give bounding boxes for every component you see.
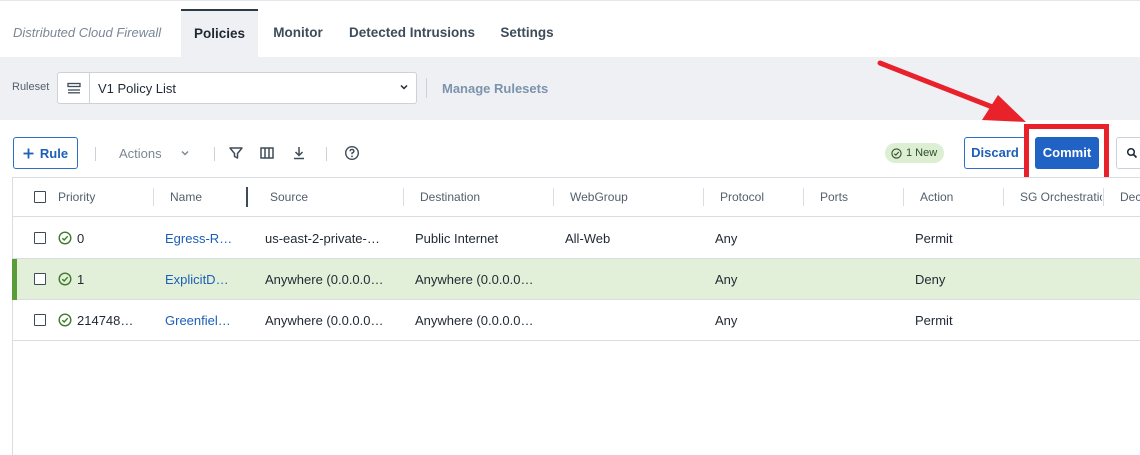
actions-dropdown[interactable]: Actions: [119, 146, 162, 161]
cell-priority: 1: [77, 272, 85, 287]
cell-name-link[interactable]: Greenfiel…: [165, 313, 231, 328]
commit-button[interactable]: Commit: [1035, 137, 1099, 169]
help-icon[interactable]: [344, 145, 360, 161]
columns-icon[interactable]: [259, 145, 275, 161]
column-header-ports[interactable]: Ports: [820, 190, 848, 204]
row-checkbox[interactable]: [34, 232, 46, 244]
plus-icon: [23, 148, 34, 158]
chevron-down-icon: [400, 84, 408, 90]
row-checkbox[interactable]: [34, 273, 46, 285]
add-rule-button[interactable]: Rule: [13, 137, 78, 169]
chevron-down-icon: [181, 151, 189, 156]
cell-destination: Anywhere (0.0.0.0…: [415, 272, 534, 287]
column-divider: [553, 188, 554, 206]
tab-monitor[interactable]: Monitor: [262, 9, 334, 58]
column-divider: [153, 188, 154, 206]
cell-action: Permit: [915, 313, 953, 328]
column-divider: [803, 188, 804, 206]
column-header-destination[interactable]: Destination: [420, 190, 480, 204]
ruleset-select[interactable]: V1 Policy List: [57, 72, 417, 104]
ruleset-selected-value: V1 Policy List: [98, 81, 177, 96]
cell-protocol: Any: [715, 231, 738, 246]
divider: [326, 147, 327, 161]
cell-source: us-east-2-private-…: [265, 231, 380, 246]
manage-rulesets-link[interactable]: Manage Rulesets: [442, 81, 548, 96]
column-header-source[interactable]: Source: [270, 190, 308, 204]
column-divider: [703, 188, 704, 206]
cell-priority: 0: [77, 231, 85, 246]
download-icon[interactable]: [291, 145, 307, 161]
table-row[interactable]: 214748… Greenfiel… Anywhere (0.0.0.0… An…: [13, 300, 1140, 341]
top-nav: Distributed Cloud Firewall Policies Moni…: [0, 0, 1140, 58]
check-circle-icon: [58, 272, 72, 286]
cell-name-link[interactable]: Egress-R…: [165, 231, 232, 246]
cell-action: Permit: [915, 231, 953, 246]
new-changes-badge: 1 New: [885, 143, 945, 163]
select-all-checkbox[interactable]: [34, 191, 46, 203]
new-changes-text: 1 New: [906, 147, 938, 159]
app-title: Distributed Cloud Firewall: [13, 25, 162, 40]
filter-icon[interactable]: [228, 145, 244, 161]
tab-policies[interactable]: Policies: [181, 9, 258, 58]
cell-destination: Anywhere (0.0.0.0…: [415, 313, 534, 328]
divider: [95, 147, 96, 161]
cell-priority: 214748…: [77, 313, 134, 328]
column-header-protocol[interactable]: Protocol: [720, 190, 764, 204]
selection-indicator: [12, 259, 17, 300]
cell-action: Deny: [915, 272, 946, 287]
column-header-action[interactable]: Action: [920, 190, 953, 204]
column-divider: [1103, 188, 1104, 206]
column-divider: [903, 188, 904, 206]
column-header-sg-orchestration[interactable]: SG Orchestration: [1020, 190, 1102, 204]
tab-settings[interactable]: Settings: [492, 9, 562, 58]
row-checkbox[interactable]: [34, 314, 46, 326]
column-header-priority[interactable]: Priority: [58, 190, 95, 204]
check-circle-icon: [58, 231, 72, 245]
divider: [426, 78, 427, 98]
search-button[interactable]: [1116, 137, 1140, 169]
discard-button[interactable]: Discard: [964, 137, 1026, 169]
cell-source: Anywhere (0.0.0.0…: [265, 272, 384, 287]
cell-destination: Public Internet: [415, 231, 499, 246]
cell-name-link[interactable]: ExplicitD…: [165, 272, 229, 287]
list-icon: [58, 73, 90, 103]
cell-webgroup: All-Web: [565, 231, 611, 246]
rules-table: Priority Name Source Destination WebGrou…: [12, 177, 1140, 455]
column-header-decryption[interactable]: Decr: [1120, 190, 1140, 204]
tab-detected-intrusions[interactable]: Detected Intrusions: [341, 9, 483, 58]
column-resize-handle[interactable]: [246, 187, 248, 207]
add-rule-label: Rule: [39, 145, 69, 161]
divider: [214, 147, 215, 161]
column-header-webgroup[interactable]: WebGroup: [570, 190, 628, 204]
cell-protocol: Any: [715, 313, 738, 328]
column-divider: [403, 188, 404, 206]
annotation-arrow: [877, 60, 1026, 122]
ruleset-label: Ruleset: [12, 81, 50, 93]
table-row-selected[interactable]: 1 ExplicitD… Anywhere (0.0.0.0… Anywhere…: [12, 259, 1140, 300]
search-icon: [1126, 147, 1138, 159]
column-header-name[interactable]: Name: [170, 190, 202, 204]
table-row[interactable]: 0 Egress-R… us-east-2-private-… Public I…: [13, 218, 1140, 259]
table-header: Priority Name Source Destination WebGrou…: [13, 178, 1140, 217]
column-divider: [1003, 188, 1004, 206]
cell-protocol: Any: [715, 272, 738, 287]
cell-source: Anywhere (0.0.0.0…: [265, 313, 384, 328]
check-circle-icon: [58, 313, 72, 327]
check-circle-icon: [891, 147, 902, 159]
